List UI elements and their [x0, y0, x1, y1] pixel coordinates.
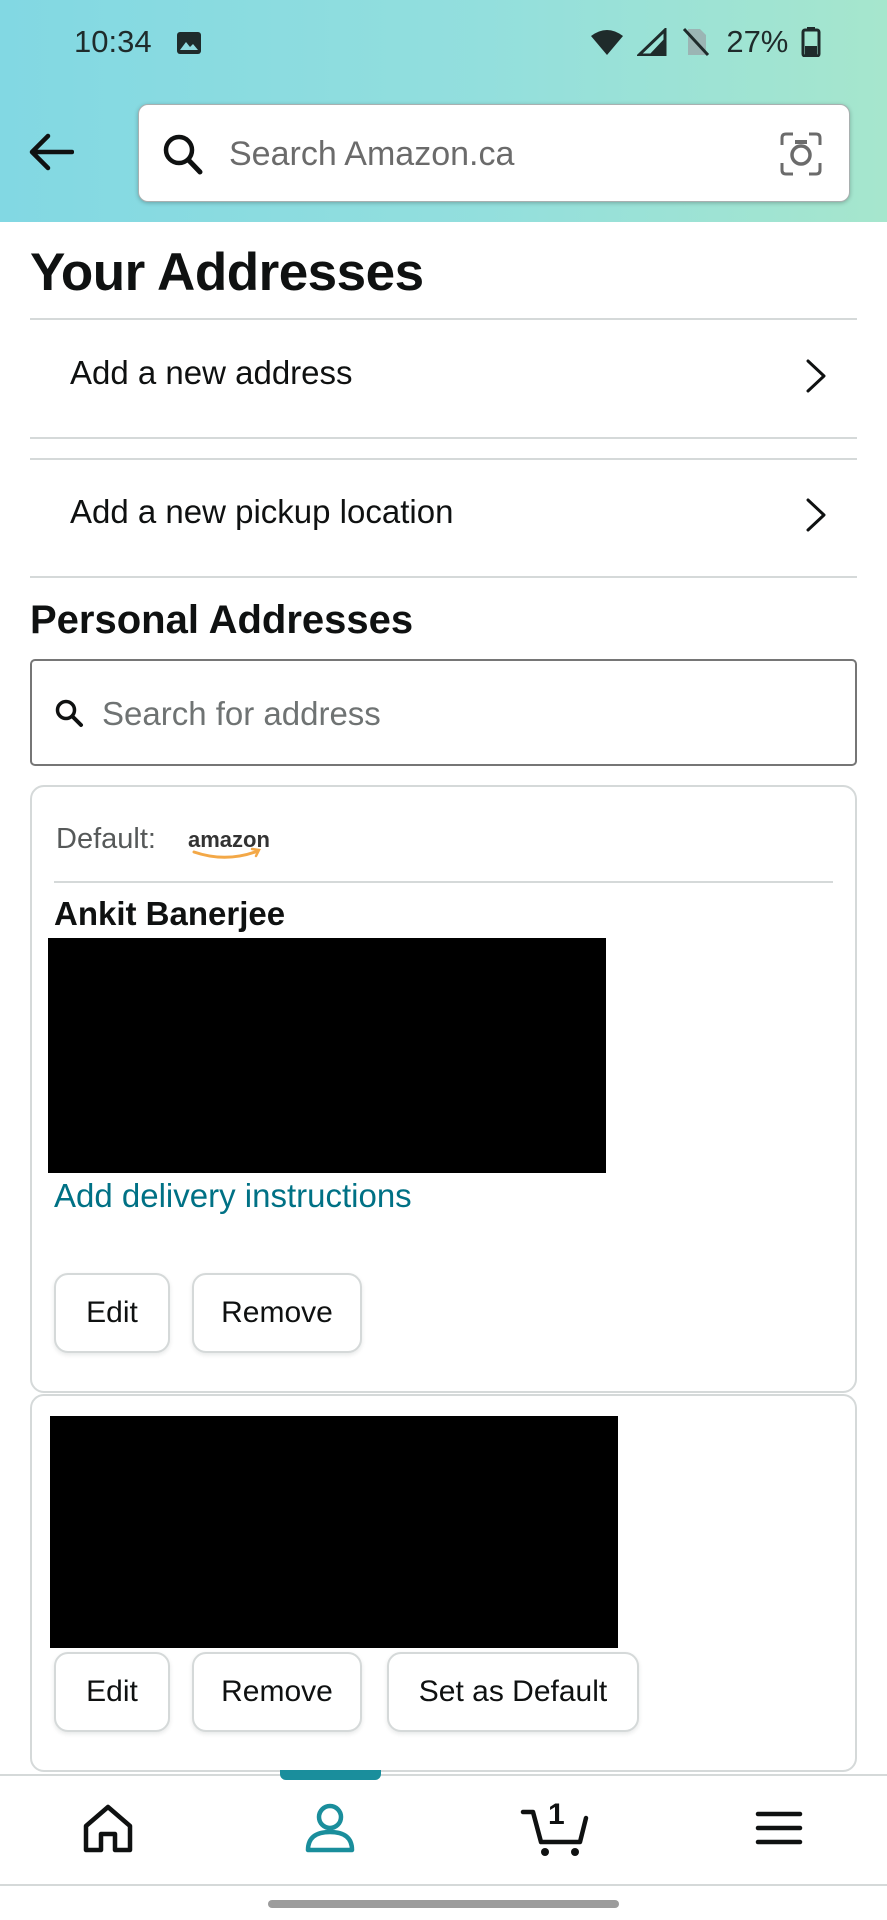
- svg-text:amazon: amazon: [188, 827, 270, 852]
- wifi-icon: [591, 30, 624, 55]
- divider: [30, 437, 857, 439]
- gesture-navigation-bar[interactable]: [268, 1900, 619, 1908]
- menu-icon[interactable]: [748, 1798, 808, 1858]
- gallery-notification-icon: [177, 32, 201, 54]
- amazon-search-bar[interactable]: [138, 104, 850, 202]
- address-search-input[interactable]: [100, 687, 804, 741]
- page-title: Your Addresses: [30, 243, 424, 302]
- edit-button[interactable]: Edit: [54, 1652, 170, 1732]
- address-card: Edit Remove Set as Default: [30, 1394, 857, 1772]
- address-search-box[interactable]: [30, 659, 857, 766]
- search-input[interactable]: [227, 125, 731, 183]
- add-delivery-instructions-link[interactable]: Add delivery instructions: [54, 1177, 412, 1215]
- chevron-right-icon: [806, 498, 826, 532]
- status-time: 10:34: [74, 24, 152, 59]
- divider: [0, 1884, 887, 1886]
- default-label: Default:: [56, 823, 156, 855]
- section-title: Personal Addresses: [30, 598, 414, 642]
- account-icon[interactable]: [300, 1798, 360, 1858]
- address-card-default: Default: amazon Ankit Banerjee Add deliv…: [30, 785, 857, 1393]
- status-icons: 27%: [590, 24, 821, 60]
- cart-count-badge: 1: [548, 1798, 565, 1831]
- amazon-logo: amazon: [188, 827, 270, 859]
- add-pickup-location-label: Add a new pickup location: [70, 493, 454, 530]
- search-icon: [163, 134, 203, 175]
- add-new-address-label: Add a new address: [70, 354, 353, 391]
- remove-button[interactable]: Remove: [192, 1273, 362, 1353]
- search-icon: [55, 699, 83, 727]
- signal-icon: [635, 26, 667, 57]
- battery-icon: [801, 27, 821, 58]
- address-name: Ankit Banerjee: [54, 895, 286, 932]
- remove-button[interactable]: Remove: [192, 1652, 362, 1732]
- set-as-default-button[interactable]: Set as Default: [387, 1652, 639, 1732]
- edit-button[interactable]: Edit: [54, 1273, 170, 1353]
- bottom-navigation: [0, 1774, 887, 1888]
- add-pickup-location-row[interactable]: Add a new pickup location: [30, 459, 857, 569]
- active-tab-indicator: [280, 1770, 381, 1780]
- add-new-address-row[interactable]: Add a new address: [30, 320, 857, 430]
- back-arrow-icon[interactable]: [28, 132, 74, 172]
- chevron-right-icon: [806, 359, 826, 393]
- divider: [30, 576, 857, 578]
- app-header: 10:34 27%: [0, 0, 887, 222]
- camera-scan-icon[interactable]: [779, 131, 823, 177]
- home-icon[interactable]: [78, 1798, 138, 1858]
- battery-percent: 27%: [726, 24, 789, 59]
- redacted-address-block: [48, 938, 606, 1173]
- divider: [54, 881, 833, 883]
- no-sim-icon: [682, 27, 709, 57]
- redacted-address-block: [50, 1416, 618, 1648]
